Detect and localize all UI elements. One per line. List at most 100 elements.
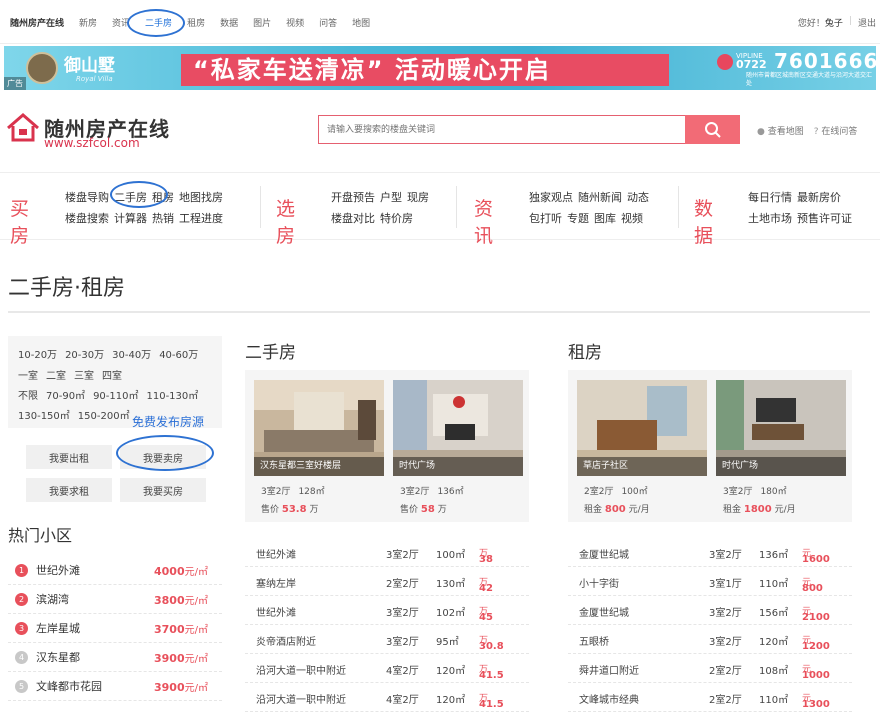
nav-item-special[interactable]: 特价房 [380,210,413,226]
listing-card[interactable]: 时代广场 3室2厅 136㎡ 售价 58 万 [393,380,523,515]
filter-option[interactable]: 90-110㎡ [93,387,138,402]
filter-option[interactable]: 110-130㎡ [146,387,198,402]
nav-item-presale-permit[interactable]: 预售许可证 [797,210,852,226]
logout-link[interactable]: 退出 [858,16,876,29]
nav-item-calculator[interactable]: 计算器 [114,210,147,226]
top-nav-qa[interactable]: 问答 [319,16,337,29]
table-row[interactable]: 文峰城市经典 2室2厅 110㎡ 1300 元 [568,683,852,712]
table-row[interactable]: 金厦世纪城 3室2厅 136㎡ 1600 元 [568,538,852,567]
top-nav-map[interactable]: 地图 [352,16,370,29]
nav-item-gallery[interactable]: 图库 [594,210,616,226]
search-icon [704,121,721,138]
filter-option[interactable]: 20-30万 [65,346,104,361]
filter-option[interactable]: 一室 [18,367,38,382]
nav-item-videos[interactable]: 视频 [621,210,643,226]
nav-group-title-data[interactable]: 数据 [694,194,713,248]
second-hand-table: 世纪外滩 3室2厅 100㎡ 38 万 塞纳左岸 2室2厅 130㎡ 42 万 世纪外滩 3室2厅… [245,538,529,712]
nav-group-title-choose[interactable]: 选房 [276,194,295,248]
list-item[interactable]: 4 汉东星都 3900元/㎡ [8,643,222,672]
filter-option[interactable]: 三室 [74,367,94,382]
nav-item-inquiry[interactable]: 包打听 [529,210,562,226]
top-nav-video[interactable]: 视频 [286,16,304,29]
listing-card[interactable]: 汉东星都三室好楼层 3室2厅 128㎡ 售价 53.8 万 [254,380,384,515]
community-name[interactable]: 汉东星都 [36,649,80,665]
nav-item-updates[interactable]: 动态 [627,189,649,205]
rent-out-button[interactable]: 我要出租 [26,445,112,469]
filter-option[interactable]: 130-150㎡ [18,407,70,422]
hot-communities-title: 热门小区 [8,526,73,545]
nav-item-land-market[interactable]: 土地市场 [748,210,792,226]
nav-item-progress[interactable]: 工程进度 [179,210,223,226]
filter-option[interactable]: 不限 [18,387,38,402]
nav-item-search[interactable]: 楼盘搜索 [65,210,109,226]
nav-item-latest-price[interactable]: 最新房价 [797,189,841,205]
table-row[interactable]: 塞纳左岸 2室2厅 130㎡ 42 万 [245,567,529,596]
nav-item-local-news[interactable]: 随州新闻 [578,189,622,205]
ad-banner[interactable]: 御山墅 Royal Villa “私家车送清凉” 活动暖心开启 VIPLINE … [4,46,876,90]
online-qa-link[interactable]: ? 在线问答 [814,124,858,137]
table-row[interactable]: 五眼桥 3室2厅 120㎡ 1200 元 [568,625,852,654]
nav-item-exclusive[interactable]: 独家观点 [529,189,573,205]
listing-photo: 汉东星都三室好楼层 [254,380,384,476]
free-publish-link[interactable]: 免费发布房源 [132,413,204,430]
table-row[interactable]: 舜井道口附近 2室2厅 108㎡ 1000 元 [568,654,852,683]
nav-item-map-search[interactable]: 地图找房 [179,189,223,205]
nav-item-ready-house[interactable]: 现房 [407,189,429,205]
listing-price: 售价 58 万 [400,504,447,515]
community-name[interactable]: 文峰都市花园 [36,678,102,694]
top-nav-new-house[interactable]: 新房 [79,16,97,29]
listing-card[interactable]: 时代广场 3室2厅 180㎡ 租金 1800 元/月 [716,380,846,515]
table-row[interactable]: 小十字街 3室1厅 110㎡ 800 元 [568,567,852,596]
nav-item-hot[interactable]: 热销 [152,210,174,226]
nav-row: 每日行情 最新房价 [748,189,841,205]
nav-item-daily-market[interactable]: 每日行情 [748,189,792,205]
phone-icon [717,54,733,70]
top-nav-site[interactable]: 随州房产在线 [10,16,64,29]
table-row[interactable]: 世纪外滩 3室2厅 102㎡ 45 万 [245,596,529,625]
listing-spec: 3室2厅 180㎡ [723,487,787,497]
table-row[interactable]: 世纪外滩 3室2厅 100㎡ 38 万 [245,538,529,567]
nav-group-title-news[interactable]: 资讯 [474,194,493,248]
nav-item-layout[interactable]: 户型 [380,189,402,205]
list-item[interactable]: 5 文峰都市花园 3900元/㎡ [8,672,222,701]
second-hand-title: 二手房 [245,343,296,363]
nav-item-guide[interactable]: 楼盘导购 [65,189,109,205]
table-row[interactable]: 金厦世纪城 3室2厅 156㎡ 2100 元 [568,596,852,625]
filter-option[interactable]: 10-20万 [18,346,57,361]
filter-option[interactable]: 二室 [46,367,66,382]
filter-option[interactable]: 150-200㎡ [78,407,130,422]
nav-item-opening[interactable]: 开盘预告 [331,189,375,205]
table-row[interactable]: 炎帝酒店附近 3室2厅 95㎡ 30.8 万 [245,625,529,654]
community-name[interactable]: 滨湖湾 [36,591,69,607]
nav-item-compare[interactable]: 楼盘对比 [331,210,375,226]
community-name[interactable]: 世纪外滩 [36,562,80,578]
header-links: ● 查看地图 ? 在线问答 [757,124,857,137]
list-item[interactable]: 3 左岸星城 3700元/㎡ [8,614,222,643]
table-row[interactable]: 沿河大道一职中附近 4室2厅 120㎡ 41.5 万 [245,683,529,712]
villa-logo-subtitle: Royal Villa [76,75,113,83]
list-item[interactable]: 2 滨湖湾 3800元/㎡ [8,585,222,614]
community-name[interactable]: 左岸星城 [36,620,80,636]
seek-rent-button[interactable]: 我要求租 [26,478,112,502]
filter-option[interactable]: 70-90㎡ [46,387,85,402]
rank-badge: 1 [15,563,28,577]
listing-card[interactable]: 草店子社区 2室2厅 100㎡ 租金 800 元/月 [577,380,707,515]
filter-option[interactable]: 40-60万 [159,346,198,361]
nav-group-title-buy[interactable]: 买房 [10,194,29,248]
buy-house-button[interactable]: 我要买房 [120,478,206,502]
ad-tag: 广告 [4,77,26,90]
search-input[interactable] [319,116,679,143]
view-map-link[interactable]: ● 查看地图 [757,124,804,137]
villa-logo-icon [26,52,58,84]
question-icon: ? [813,127,819,137]
search-button[interactable] [685,115,740,144]
top-nav-rent[interactable]: 租房 [187,16,205,29]
list-item[interactable]: 1 世纪外滩 4000元/㎡ [8,556,222,585]
top-nav-images[interactable]: 图片 [253,16,271,29]
nav-item-topics[interactable]: 专题 [567,210,589,226]
filter-option[interactable]: 四室 [102,367,122,382]
username[interactable]: 兔子 [825,19,843,29]
filter-option[interactable]: 30-40万 [112,346,151,361]
top-nav-data[interactable]: 数据 [220,16,238,29]
table-row[interactable]: 沿河大道一职中附近 4室2厅 120㎡ 41.5 万 [245,654,529,683]
